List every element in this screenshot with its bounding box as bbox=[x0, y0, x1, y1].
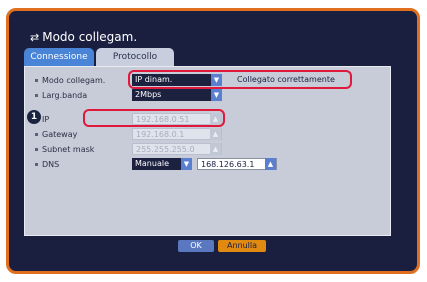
dns-label: DNS bbox=[42, 159, 60, 169]
bullet bbox=[35, 147, 38, 151]
subnet-value: 255.255.255.0 bbox=[136, 145, 195, 154]
highlight-ip bbox=[83, 109, 225, 127]
tab-connessione[interactable]: Connessione bbox=[24, 48, 94, 66]
ok-button[interactable]: OK bbox=[178, 240, 214, 252]
highlight-mode-status bbox=[128, 70, 352, 89]
gateway-field[interactable]: 192.168.0.1 ▲ bbox=[132, 128, 222, 140]
gateway-label: Gateway bbox=[42, 129, 78, 139]
annotation-badge: 1 bbox=[27, 110, 41, 124]
bandwidth-select[interactable]: 2Mbps ▼ bbox=[132, 89, 222, 101]
settings-dialog: Connessione Protocollo Modo collegam. IP… bbox=[24, 48, 391, 256]
cancel-button[interactable]: Annulla bbox=[218, 240, 266, 252]
bullet bbox=[35, 78, 38, 82]
gateway-row: Gateway bbox=[35, 127, 120, 141]
bandwidth-label: Larg.banda bbox=[42, 90, 88, 100]
mode-label: Modo collegam. bbox=[42, 75, 106, 85]
subnet-field[interactable]: 255.255.255.0 ▲ bbox=[132, 143, 222, 155]
arrow-down-icon: ▲ bbox=[210, 128, 221, 140]
tab-bar: Connessione Protocollo bbox=[24, 48, 176, 66]
dns-field[interactable]: 168.126.63.1 ▲ bbox=[197, 158, 277, 170]
settings-panel: Modo collegam. IP dinam. ▼ Collegato cor… bbox=[24, 66, 391, 236]
dialog-title: ⇄ Modo collegam. bbox=[30, 30, 137, 44]
bandwidth-value: 2Mbps bbox=[135, 90, 162, 99]
bullet bbox=[35, 93, 38, 97]
dns-mode-value: Manuale bbox=[135, 159, 169, 168]
dns-value: 168.126.63.1 bbox=[201, 160, 255, 169]
subnet-label: Subnet mask bbox=[42, 144, 95, 154]
arrow-down-icon: ▲ bbox=[210, 143, 221, 155]
dns-mode-select[interactable]: Manuale ▼ bbox=[132, 158, 192, 170]
bullet bbox=[35, 132, 38, 136]
mode-row: Modo collegam. bbox=[35, 73, 120, 87]
title-text: Modo collegam. bbox=[42, 30, 138, 44]
tab-protocollo[interactable]: Protocollo bbox=[96, 48, 174, 66]
dns-row: DNS bbox=[35, 157, 120, 171]
bullet bbox=[35, 162, 38, 166]
network-icon: ⇄ bbox=[30, 30, 40, 44]
subnet-row: Subnet mask bbox=[35, 142, 120, 156]
arrow-down-icon[interactable]: ▲ bbox=[265, 158, 276, 170]
arrow-down-icon[interactable]: ▼ bbox=[181, 158, 192, 170]
gateway-value: 192.168.0.1 bbox=[136, 130, 185, 139]
arrow-down-icon[interactable]: ▼ bbox=[211, 89, 222, 101]
bandwidth-row: Larg.banda bbox=[35, 88, 120, 102]
